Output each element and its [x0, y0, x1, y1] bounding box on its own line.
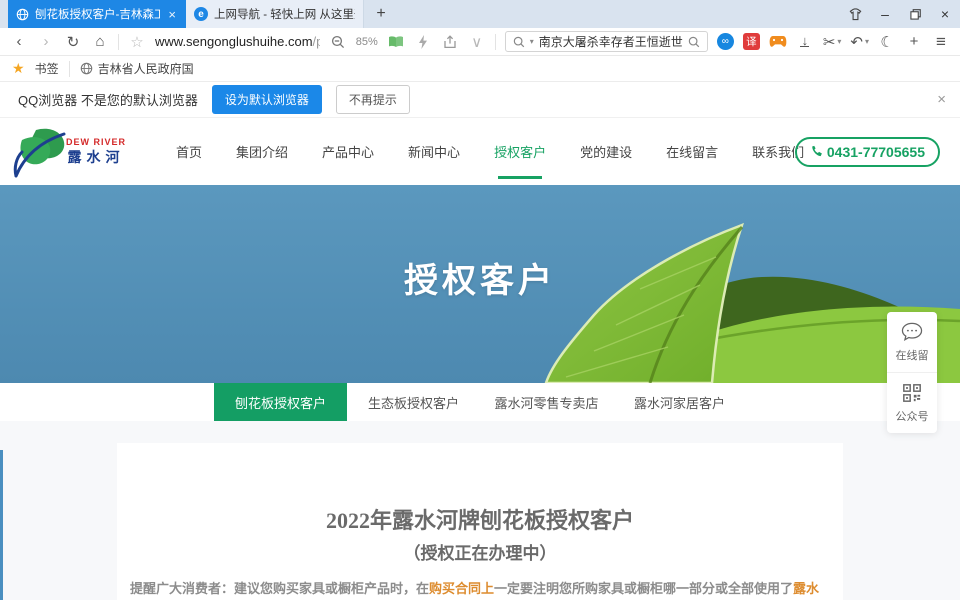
tab-particleboard-clients[interactable]: 刨花板授权客户 [214, 383, 347, 421]
history-undo-icon[interactable]: ↶▾ [850, 31, 869, 53]
tab-ecoboard-clients[interactable]: 生态板授权客户 [347, 383, 480, 421]
tab-close-icon[interactable]: × [166, 7, 178, 22]
add-toolbar-icon[interactable]: + [905, 31, 923, 53]
flash-bolt-icon[interactable] [414, 31, 432, 53]
site-header: DEW RIVER 露水河 首页 集团介绍 产品中心 新闻中心 授权客户 党的建… [0, 118, 960, 185]
phone-button[interactable]: 0431-77705655 [795, 137, 940, 167]
minimize-button[interactable]: – [870, 0, 900, 28]
logo-text: DEW RIVER 露水河 [66, 137, 126, 167]
browser-window: 刨花板授权客户-吉林森工远东林业发 × e 上网导航 - 轻快上网 从这里开始 … [0, 0, 960, 600]
search-go-icon[interactable] [688, 36, 700, 48]
default-browser-notification: QQ浏览器 不是您的默认浏览器 设为默认浏览器 不再提示 × [0, 82, 960, 118]
nav-item-message-board[interactable]: 在线留言 [664, 136, 720, 167]
site-logo[interactable]: DEW RIVER 露水河 [6, 124, 156, 180]
reading-mode-icon[interactable] [387, 31, 405, 53]
window-controls: – × [840, 0, 960, 28]
tab-bar: 刨花板授权客户-吉林森工远东林业发 × e 上网导航 - 轻快上网 从这里开始 … [0, 0, 960, 28]
night-mode-moon-icon[interactable]: ☾ [878, 31, 896, 53]
official-account-label: 公众号 [896, 408, 929, 424]
tab-title: 上网导航 - 轻快上网 从这里开始 [214, 6, 355, 22]
browser-toolbar: ‹ › ↻ ⌂ ☆ www.sengonglushuihe.com/page/2… [0, 28, 960, 56]
floating-side-widget: 在线留 公众号 [887, 312, 937, 433]
set-default-browser-button[interactable]: 设为默认浏览器 [212, 85, 322, 114]
screenshot-scissors-icon[interactable]: ✂▾ [823, 31, 842, 53]
divider [495, 34, 496, 50]
nav-item-products[interactable]: 产品中心 [320, 136, 376, 167]
online-message-widget[interactable]: 在线留 [887, 312, 937, 372]
qq-account-icon[interactable]: ∞ [717, 33, 734, 50]
nav-item-party-building[interactable]: 党的建设 [578, 136, 634, 167]
client-category-tabs: 刨花板授权客户 生态板授权客户 露水河零售专卖店 露水河家居客户 [0, 383, 960, 421]
home-icon[interactable]: ⌂ [91, 31, 109, 53]
bookmarks-label[interactable]: 书签 [35, 60, 59, 77]
forward-button[interactable]: › [37, 31, 55, 53]
notification-close-icon[interactable]: × [937, 91, 946, 108]
browser-tab-navigation[interactable]: e 上网导航 - 轻快上网 从这里开始 [186, 0, 364, 28]
chat-bubble-icon [901, 322, 923, 342]
bookmark-item[interactable]: 吉林省人民政府国 [80, 60, 194, 77]
divider [69, 61, 70, 77]
main-navigation: 首页 集团介绍 产品中心 新闻中心 授权客户 党的建设 在线留言 联系我们 [174, 136, 806, 167]
qrcode-icon [902, 383, 922, 403]
game-center-icon[interactable] [769, 31, 787, 53]
nav-page-icon: e [194, 7, 208, 21]
globe-icon [80, 62, 93, 75]
content-heading: 2022年露水河牌刨花板授权客户 [117, 503, 843, 535]
divider [118, 34, 119, 50]
url-text[interactable]: www.sengonglushuihe.com/page/27.html [155, 34, 320, 49]
window-edge-strip [0, 450, 3, 600]
menu-hamburger-icon[interactable]: ≡ [932, 31, 950, 53]
share-icon[interactable] [441, 31, 459, 53]
logo-english: DEW RIVER [66, 137, 126, 147]
content-card: 2022年露水河牌刨花板授权客户 （授权正在办理中） 提醒广大消费者：建议您购买… [117, 443, 843, 600]
search-input[interactable]: ▾ 南京大屠杀幸存者王恒逝世 [505, 31, 708, 52]
translate-icon[interactable]: 译 [743, 33, 760, 50]
notification-message: QQ浏览器 不是您的默认浏览器 [18, 90, 198, 109]
page-content: 2022年露水河牌刨花板授权客户 （授权正在办理中） 提醒广大消费者：建议您购买… [0, 421, 960, 600]
back-button[interactable]: ‹ [10, 31, 28, 53]
reload-icon[interactable]: ↻ [64, 31, 82, 53]
consumer-notice: 提醒广大消费者：建议您购买家具或橱柜产品时，在购买合同上一定要注明您所购家具或橱… [130, 579, 830, 600]
notice-highlight-contract: 购买合同上 [429, 581, 494, 596]
zoom-out-icon[interactable] [329, 31, 347, 53]
search-query[interactable]: 南京大屠杀幸存者王恒逝世 [539, 33, 683, 50]
hero-banner: 授权客户 [0, 185, 960, 383]
nav-item-home[interactable]: 首页 [174, 136, 204, 167]
bookmark-star-icon[interactable]: ☆ [128, 31, 146, 53]
official-account-widget[interactable]: 公众号 [887, 372, 937, 433]
dont-remind-button[interactable]: 不再提示 [336, 85, 410, 114]
online-message-label: 在线留 [896, 347, 929, 363]
globe-icon [16, 8, 29, 21]
search-icon [513, 36, 525, 48]
logo-chinese: 露水河 [68, 147, 125, 167]
address-bar[interactable]: www.sengonglushuihe.com/page/27.html [155, 34, 320, 49]
theme-skin-icon[interactable] [840, 0, 870, 28]
tab-home-clients[interactable]: 露水河家居客户 [613, 383, 746, 421]
new-tab-button[interactable]: + [364, 0, 398, 28]
nav-item-news[interactable]: 新闻中心 [406, 136, 462, 167]
toolbar-chevron-down-icon[interactable]: ∨ [468, 31, 486, 53]
tab-title: 刨花板授权客户-吉林森工远东林业发 [35, 6, 160, 22]
hero-title: 授权客户 [0, 253, 960, 302]
close-window-button[interactable]: × [930, 0, 960, 28]
content-subheading: （授权正在办理中） [117, 539, 843, 564]
bookmarks-star-icon: ★ [12, 60, 25, 77]
zoom-level[interactable]: 85% [356, 36, 378, 48]
phone-icon [810, 145, 823, 158]
bookmarks-bar: ★ 书签 吉林省人民政府国 [0, 56, 960, 82]
browser-tab-current[interactable]: 刨花板授权客户-吉林森工远东林业发 × [8, 0, 186, 28]
tab-retail-stores[interactable]: 露水河零售专卖店 [480, 383, 613, 421]
nav-item-group-intro[interactable]: 集团介绍 [234, 136, 290, 167]
nav-item-authorized-clients[interactable]: 授权客户 [492, 136, 548, 167]
download-icon[interactable]: ↓ [796, 31, 814, 53]
restore-button[interactable] [900, 0, 930, 28]
search-engine-caret-icon[interactable]: ▾ [530, 37, 534, 46]
